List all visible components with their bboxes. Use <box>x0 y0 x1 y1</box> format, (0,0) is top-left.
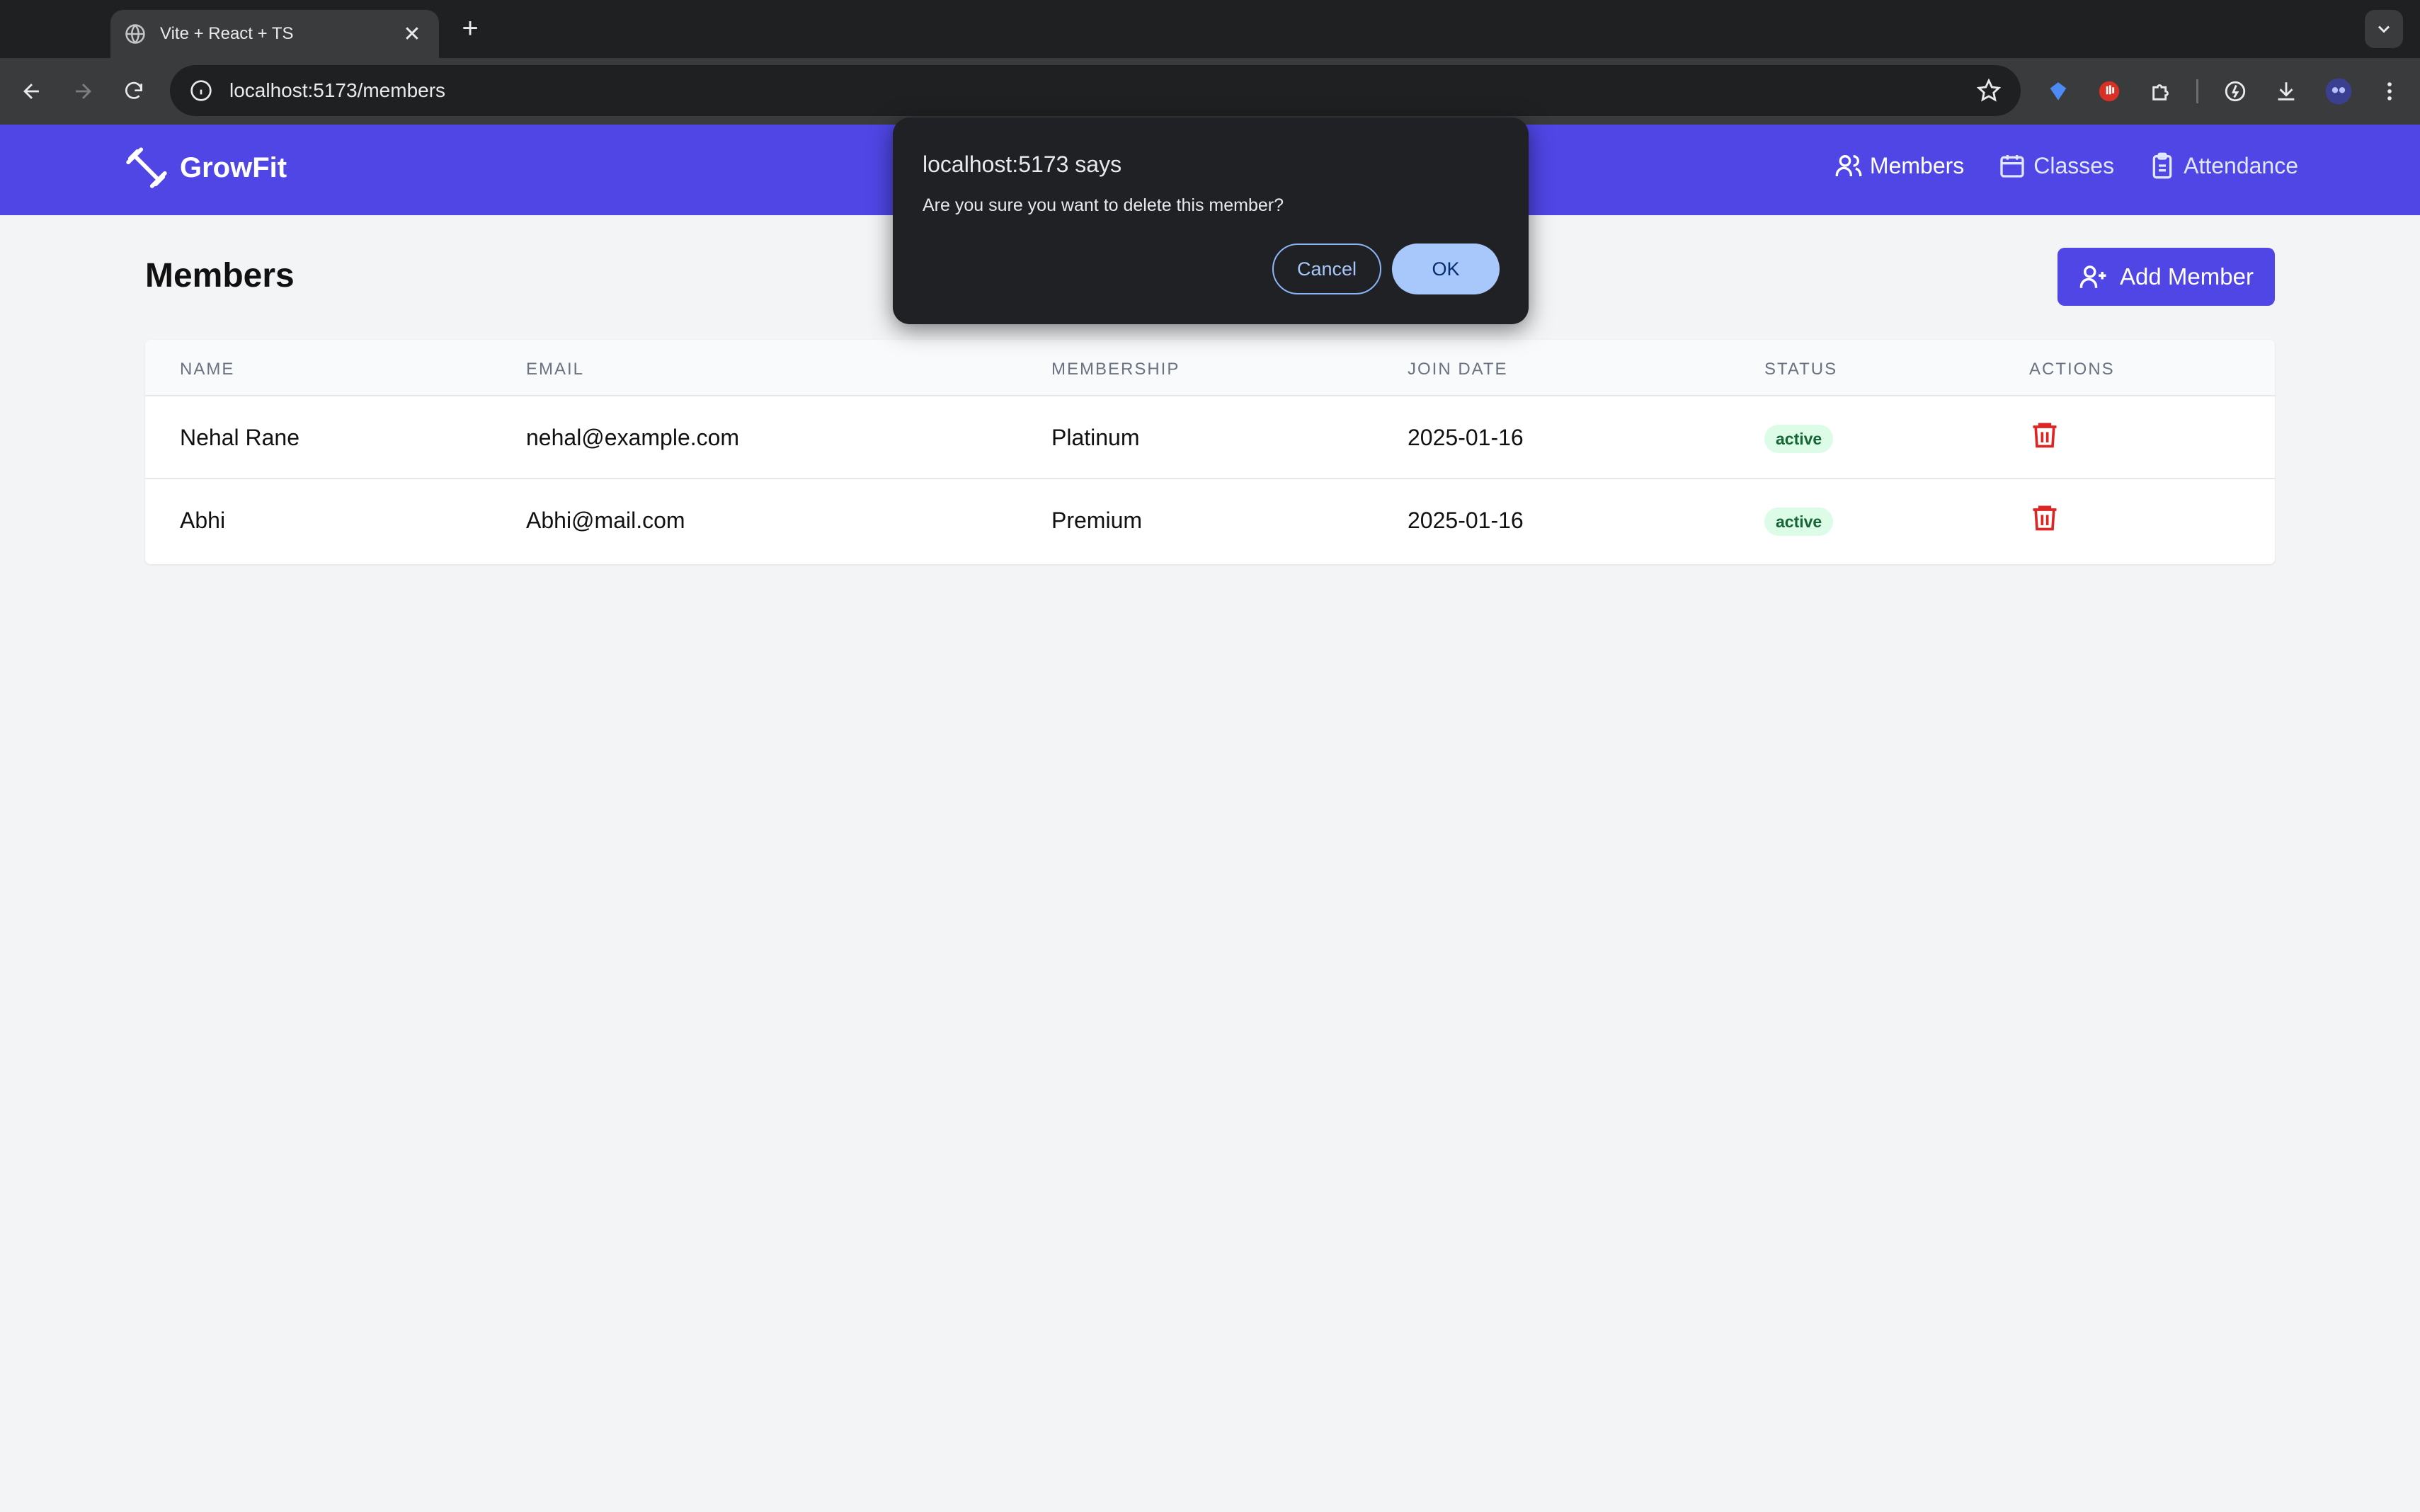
globe-icon <box>125 24 145 44</box>
address-bar[interactable]: localhost:5173/members <box>170 65 2021 116</box>
extensions-button[interactable] <box>2144 74 2179 109</box>
dialog-title: localhost:5173 says <box>923 151 1122 177</box>
table-row: Abhi Abhi@mail.com Premium 2025-01-16 ac… <box>145 479 2275 562</box>
url-text: localhost:5173/members <box>229 79 446 101</box>
reload-icon <box>125 81 142 99</box>
column-header-actions: ACTIONS <box>2029 360 2115 379</box>
member-name: Abhi <box>180 508 226 533</box>
nav-item-classes[interactable]: Classes <box>1998 151 2114 180</box>
extension-stop-icon <box>2099 81 2120 102</box>
trash-icon[interactable] <box>2029 502 2060 533</box>
profile-button[interactable] <box>2321 74 2356 109</box>
column-header-name: NAME <box>180 360 235 379</box>
site-info-icon[interactable] <box>190 79 212 102</box>
user-plus-icon <box>2079 265 2106 288</box>
column-header-membership: MEMBERSHIP <box>1051 360 1180 379</box>
nav-item-members[interactable]: Members <box>1834 151 1964 180</box>
forward-button[interactable] <box>65 74 101 109</box>
extension-red-button[interactable] <box>2091 74 2127 109</box>
column-header-status: STATUS <box>1764 360 1838 379</box>
table-header: NAME EMAIL MEMBERSHIP JOIN DATE STATUS A… <box>145 340 2275 396</box>
arrow-left-icon <box>23 84 39 99</box>
puzzle-icon <box>2152 84 2169 101</box>
browser-tab-bar: Vite + React + TS ✕ + <box>0 0 2420 58</box>
reload-button[interactable] <box>116 74 152 109</box>
bookmark-star-icon[interactable] <box>1977 79 2001 103</box>
tab-close-icon[interactable]: ✕ <box>399 22 425 47</box>
add-member-button[interactable]: Add Member <box>2057 248 2275 306</box>
clipboard-icon <box>2152 152 2172 179</box>
ok-button[interactable]: OK <box>1392 244 1500 294</box>
performance-button[interactable] <box>2218 74 2253 109</box>
dialog-message: Are you sure you want to delete this mem… <box>923 195 1284 215</box>
nav-item-label: Attendance <box>2184 152 2298 178</box>
extension-blue-button[interactable] <box>2041 74 2076 109</box>
member-membership: Premium <box>1051 508 1143 533</box>
chevron-down-icon <box>2378 25 2390 33</box>
add-member-label: Add Member <box>2120 263 2254 290</box>
gauge-icon <box>2225 81 2246 102</box>
downloads-button[interactable] <box>2268 74 2304 109</box>
toolbar-separator <box>2196 79 2198 103</box>
browser-tab[interactable]: Vite + React + TS ✕ <box>110 10 439 58</box>
member-email: nehal@example.com <box>526 425 740 450</box>
member-membership: Platinum <box>1051 425 1140 450</box>
status-badge: active <box>1764 425 1834 453</box>
tab-search-button[interactable] <box>2365 10 2403 48</box>
nav-item-attendance[interactable]: Attendance <box>2148 151 2298 180</box>
more-vertical-icon <box>2387 82 2392 101</box>
trash-icon[interactable] <box>2029 419 2060 450</box>
nav-item-label: Classes <box>2033 152 2115 178</box>
nav-item-label: Members <box>1869 152 1965 178</box>
page-title: Members <box>145 257 295 294</box>
browser-toolbar: localhost:5173/members <box>0 58 2420 125</box>
confirm-dialog: localhost:5173 says Are you sure you wan… <box>893 118 1529 324</box>
avatar <box>2325 78 2352 105</box>
member-join-date: 2025-01-16 <box>1408 425 1524 450</box>
download-icon <box>2278 82 2295 101</box>
cancel-button[interactable]: Cancel <box>1272 244 1381 294</box>
tab-title: Vite + React + TS <box>160 24 294 43</box>
main-nav: Members Classes Attendance <box>1834 151 2298 180</box>
back-button[interactable] <box>14 74 50 109</box>
users-icon <box>1835 155 1862 176</box>
member-name: Nehal Rane <box>180 425 299 450</box>
members-table: NAME EMAIL MEMBERSHIP JOIN DATE STATUS A… <box>145 340 2275 564</box>
browser-menu-button[interactable] <box>2372 74 2407 109</box>
arrow-right-icon <box>76 84 91 99</box>
extension-shield-icon <box>2050 82 2067 101</box>
column-header-email: EMAIL <box>526 360 585 379</box>
brand-logo[interactable]: GrowFit <box>125 146 287 190</box>
calendar-icon <box>2000 155 2024 178</box>
member-email: Abhi@mail.com <box>526 508 685 533</box>
member-join-date: 2025-01-16 <box>1408 508 1524 533</box>
new-tab-button[interactable]: + <box>453 11 487 45</box>
table-row: Nehal Rane nehal@example.com Platinum 20… <box>145 396 2275 479</box>
brand-name: GrowFit <box>180 151 287 183</box>
column-header-join-date: JOIN DATE <box>1408 360 1508 379</box>
dumbbell-icon <box>126 147 167 188</box>
status-badge: active <box>1764 508 1834 536</box>
